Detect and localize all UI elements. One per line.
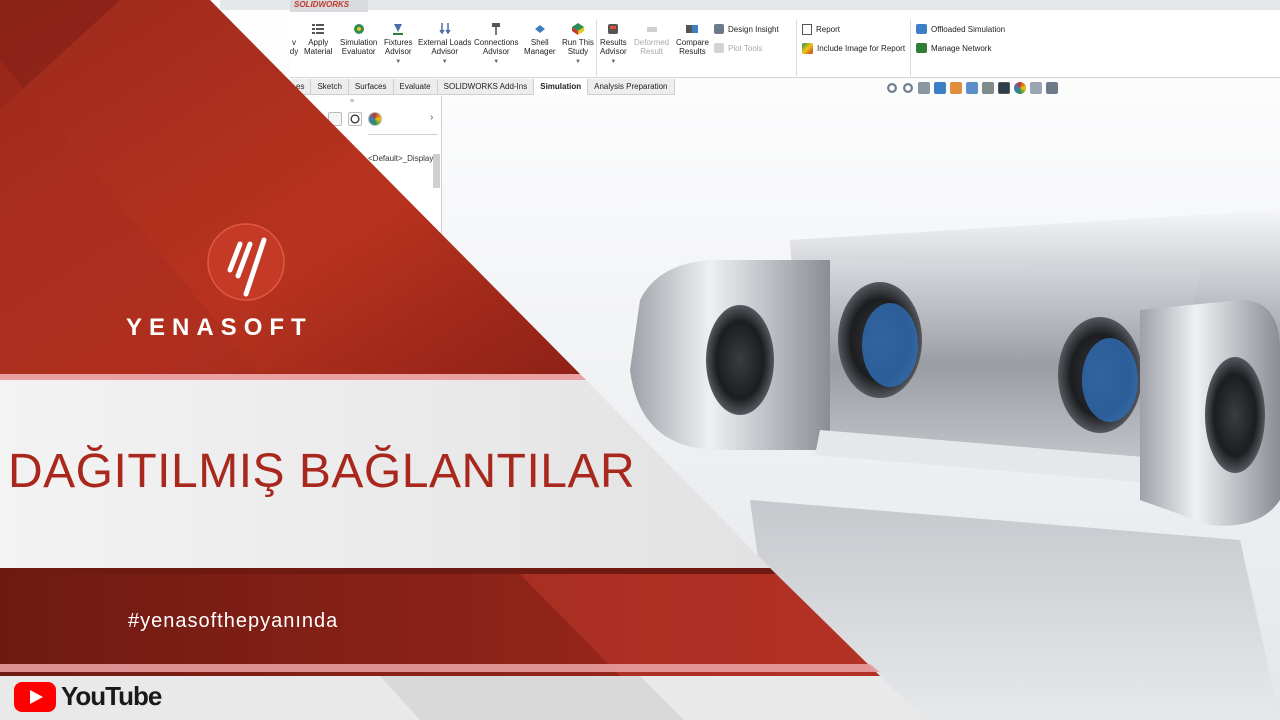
hashtag-text: #yenasofthepyanında (128, 610, 339, 632)
brand-name: YENASOFT (126, 314, 313, 341)
youtube-play-icon (14, 681, 56, 712)
youtube-label: YouTube (61, 681, 162, 711)
youtube-logo[interactable]: YouTube (14, 681, 162, 712)
yenasoft-mark-icon (207, 223, 285, 301)
page-title: DAĞITILMIŞ BAĞLANTILAR (8, 445, 636, 498)
